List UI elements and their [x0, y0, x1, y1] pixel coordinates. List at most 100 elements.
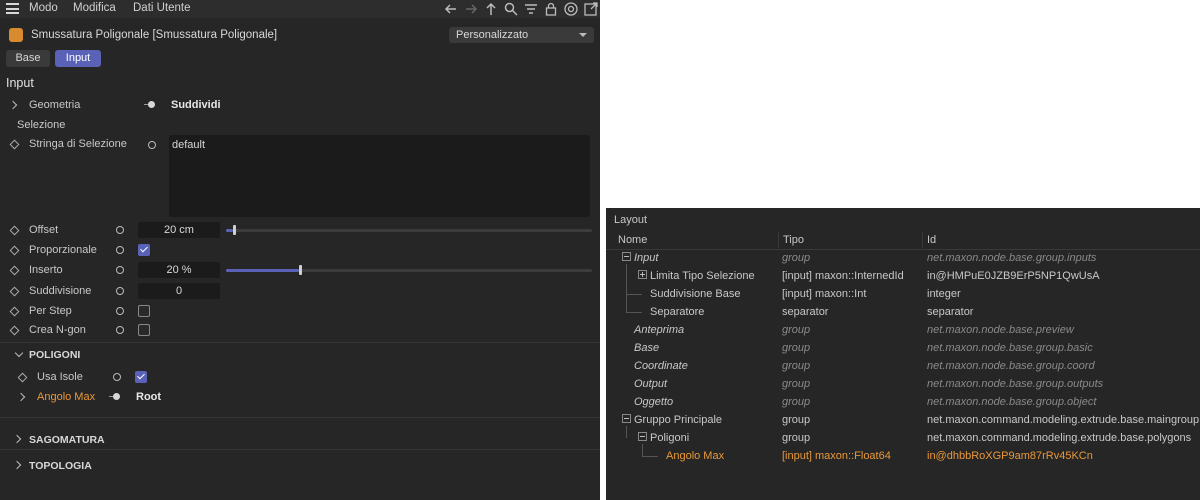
tab-base[interactable]: Base	[6, 50, 50, 67]
crea-ngon-label: Crea N-gon	[29, 324, 86, 336]
column-tipo[interactable]: Tipo	[783, 234, 804, 246]
column-separator[interactable]	[922, 232, 923, 248]
column-separator[interactable]	[778, 232, 779, 248]
expand-icon[interactable]	[638, 270, 647, 279]
back-arrow-icon[interactable]	[443, 1, 459, 17]
filter-icon[interactable]	[523, 1, 539, 17]
row-tipo: group	[782, 252, 811, 264]
menu-modifica[interactable]: Modifica	[73, 2, 116, 14]
collapse-icon[interactable]	[622, 414, 631, 423]
tree-row[interactable]: Anteprima group net.maxon.node.base.prev…	[606, 322, 1200, 340]
tree-row[interactable]: Limita Tipo Selezione [input] maxon::Int…	[606, 268, 1200, 286]
up-arrow-icon[interactable]	[483, 1, 499, 17]
animate-circle-icon[interactable]	[116, 307, 124, 315]
collapse-icon[interactable]	[638, 432, 647, 441]
suddivisione-label: Suddivisione	[29, 285, 92, 297]
tree-row[interactable]: Poligoni group net.maxon.command.modelin…	[606, 430, 1200, 448]
inserto-label: Inserto	[29, 264, 63, 276]
animate-circle-icon[interactable]	[148, 141, 156, 149]
new-window-icon[interactable]	[583, 1, 599, 17]
tree-row[interactable]: Base group net.maxon.node.base.group.bas…	[606, 340, 1200, 358]
row-nome: Gruppo Principale	[634, 414, 723, 426]
preset-value: Personalizzato	[456, 29, 529, 41]
row-id: net.maxon.node.base.preview	[927, 324, 1074, 336]
collapse-icon[interactable]	[622, 252, 631, 261]
chevron-right-icon[interactable]	[12, 460, 22, 470]
target-icon[interactable]	[563, 1, 579, 17]
usa-isole-checkbox[interactable]	[135, 371, 147, 383]
animate-circle-icon[interactable]	[116, 266, 124, 274]
inserto-slider-knob[interactable]	[299, 265, 302, 275]
keyframe-diamond-icon[interactable]	[9, 306, 20, 317]
offset-slider-fill	[226, 229, 233, 232]
chevron-right-icon[interactable]	[8, 100, 18, 110]
column-id[interactable]: Id	[927, 234, 936, 246]
tree-row[interactable]: Oggetto group net.maxon.node.base.group.…	[606, 394, 1200, 412]
menu-modo[interactable]: Modo	[29, 2, 58, 14]
row-tipo: [input] maxon::InternedId	[782, 270, 904, 282]
keyframe-diamond-icon[interactable]	[9, 265, 20, 276]
lock-icon[interactable]	[543, 1, 559, 17]
row-tipo: [input] maxon::Float64	[782, 450, 891, 462]
tree-row[interactable]: Suddivisione Base [input] maxon::Int int…	[606, 286, 1200, 304]
keyframe-diamond-icon[interactable]	[9, 139, 20, 150]
offset-slider-track[interactable]	[226, 229, 592, 232]
keyframe-diamond-icon[interactable]	[9, 245, 20, 256]
angolo-max-value[interactable]: Root	[136, 391, 161, 403]
keyframe-diamond-icon[interactable]	[9, 325, 20, 336]
stringa-textarea[interactable]: default	[169, 135, 590, 217]
row-nome: Coordinate	[634, 360, 688, 372]
stringa-label: Stringa di Selezione	[29, 138, 127, 150]
hamburger-menu-icon[interactable]	[6, 3, 19, 14]
row-tipo: group	[782, 342, 811, 354]
geometria-value[interactable]: Suddividi	[171, 99, 221, 111]
crea-ngon-checkbox[interactable]	[138, 324, 150, 336]
animate-circle-icon[interactable]	[113, 373, 121, 381]
keyframe-diamond-icon[interactable]	[9, 225, 20, 236]
preset-dropdown[interactable]: Personalizzato	[449, 27, 594, 43]
tab-input[interactable]: Input	[55, 50, 101, 67]
tree-row[interactable]: Output group net.maxon.node.base.group.o…	[606, 376, 1200, 394]
animate-circle-icon[interactable]	[116, 326, 124, 334]
animate-circle-icon[interactable]	[116, 287, 124, 295]
chevron-right-icon[interactable]	[16, 392, 26, 402]
tree-row[interactable]: Gruppo Principale group net.maxon.comman…	[606, 412, 1200, 430]
row-id: in@HMPuE0JZB9ErP5NP1QwUsA	[927, 270, 1100, 282]
animate-circle-icon[interactable]	[116, 226, 124, 234]
param-inserto: Inserto 20 %	[0, 261, 600, 279]
row-nome: Output	[634, 378, 668, 390]
suddivisione-field[interactable]: 0	[138, 283, 220, 299]
proporzionale-checkbox[interactable]	[138, 244, 150, 256]
layout-title: Layout	[614, 214, 648, 226]
group-topologia[interactable]: TOPOLOGIA	[0, 456, 600, 474]
tree-row[interactable]: Separatore separator separator	[606, 304, 1200, 322]
param-geometria: Geometria Suddividi	[0, 96, 600, 114]
group-poligoni[interactable]: POLIGONI	[0, 345, 600, 363]
group-sagomatura[interactable]: SAGOMATURA	[0, 430, 600, 448]
tree-row[interactable]: Angolo Max [input] maxon::Float64 in@dhb…	[606, 448, 1200, 466]
row-id: in@dhbbRoXGP9am87rRv45KCn	[927, 450, 1093, 462]
menu-dati-utente[interactable]: Dati Utente	[133, 2, 191, 14]
per-step-checkbox[interactable]	[138, 305, 150, 317]
geometria-label: Geometria	[29, 99, 81, 111]
chevron-down-icon[interactable]	[14, 348, 24, 358]
inserto-field[interactable]: 20 %	[138, 262, 220, 278]
offset-slider-knob[interactable]	[233, 225, 236, 235]
chevron-right-icon[interactable]	[12, 434, 22, 444]
animate-toggle-icon[interactable]	[113, 393, 120, 400]
animate-circle-icon[interactable]	[116, 246, 124, 254]
row-id: net.maxon.node.base.group.inputs	[927, 252, 1097, 264]
animate-toggle-icon[interactable]	[148, 101, 155, 108]
tree-row[interactable]: Input group net.maxon.node.base.group.in…	[606, 250, 1200, 268]
forward-arrow-icon[interactable]	[463, 1, 479, 17]
tree-row[interactable]: Coordinate group net.maxon.node.base.gro…	[606, 358, 1200, 376]
row-nome: Input	[634, 252, 659, 264]
row-id: net.maxon.node.base.group.outputs	[927, 378, 1104, 390]
keyframe-diamond-icon[interactable]	[9, 286, 20, 297]
column-nome[interactable]: Nome	[618, 234, 647, 246]
row-id: net.maxon.node.base.group.basic	[927, 342, 1093, 354]
keyframe-diamond-icon[interactable]	[17, 372, 28, 383]
search-icon[interactable]	[503, 1, 519, 17]
sagomatura-label: SAGOMATURA	[29, 434, 105, 446]
offset-field[interactable]: 20 cm	[138, 222, 220, 238]
